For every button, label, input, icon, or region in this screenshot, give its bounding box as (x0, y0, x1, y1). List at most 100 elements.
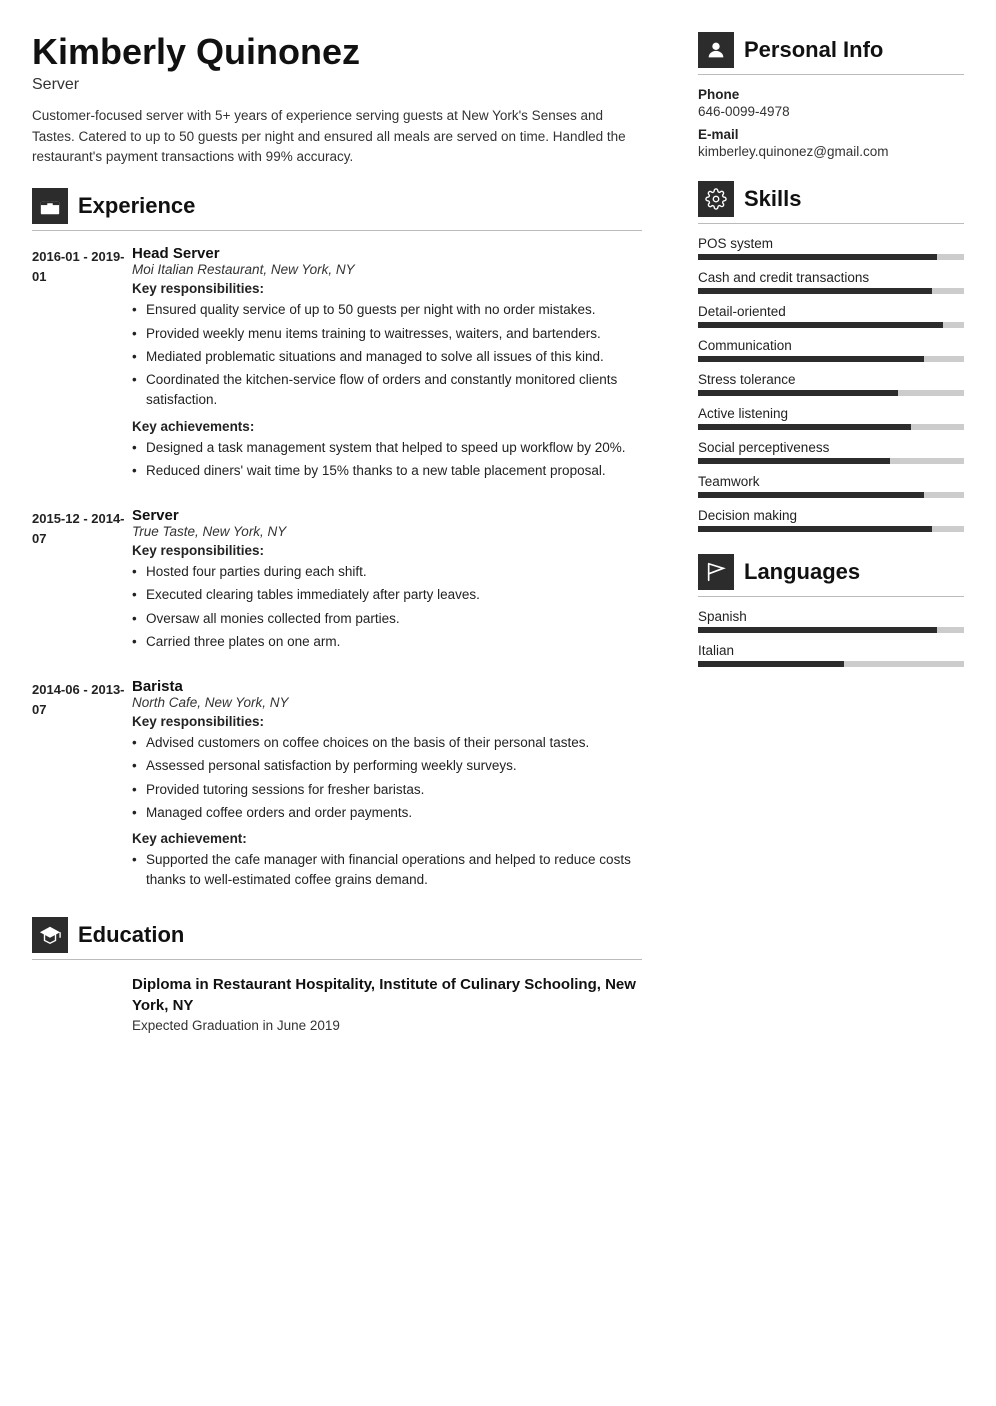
skills-icon (698, 181, 734, 217)
exp-ach-label-3: Key achievement: (132, 831, 642, 846)
skill-bar-bg-7 (698, 492, 964, 498)
lang-bar-fill-1 (698, 661, 844, 667)
job-title: Server (32, 76, 642, 94)
skill-bar-bg-3 (698, 356, 964, 362)
skill-bar-fill-2 (698, 322, 943, 328)
edu-entry-1: Diploma in Restaurant Hospitality, Insti… (32, 974, 642, 1033)
skill-bar-fill-8 (698, 526, 932, 532)
experience-title: Experience (78, 193, 195, 219)
header-section: Kimberly Quinonez Server Customer-focuse… (32, 32, 642, 168)
skill-bar-fill-0 (698, 254, 937, 260)
phone-value: 646-0099-4978 (698, 104, 964, 119)
skill-name-2: Detail-oriented (698, 304, 964, 319)
exp-dates-1: 2016-01 - 2019-01 (32, 245, 132, 489)
experience-divider (32, 230, 642, 231)
languages-heading: Languages (698, 554, 964, 590)
list-item: Mediated problematic situations and mana… (132, 347, 642, 367)
skill-bar-fill-5 (698, 424, 911, 430)
exp-role-3: Barista (132, 678, 642, 695)
lang-name-0: Spanish (698, 609, 964, 624)
experience-svg-icon (39, 195, 61, 217)
skill-name-8: Decision making (698, 508, 964, 523)
exp-details-1: Head Server Moi Italian Restaurant, New … (132, 245, 642, 489)
education-divider (32, 959, 642, 960)
list-item: Managed coffee orders and order payments… (132, 803, 642, 823)
exp-resp-label-3: Key responsibilities: (132, 714, 642, 729)
skill-item-0: POS system (698, 236, 964, 260)
languages-icon (698, 554, 734, 590)
exp-company-1: Moi Italian Restaurant, New York, NY (132, 262, 642, 277)
list-item: Supported the cafe manager with financia… (132, 850, 642, 891)
list-item: Ensured quality service of up to 50 gues… (132, 300, 642, 320)
education-title: Education (78, 922, 184, 948)
lang-bar-bg-1 (698, 661, 964, 667)
personal-info-icon (698, 32, 734, 68)
summary: Customer-focused server with 5+ years of… (32, 106, 642, 169)
exp-details-3: Barista North Cafe, New York, NY Key res… (132, 678, 642, 899)
skill-name-4: Stress tolerance (698, 372, 964, 387)
personal-info-title: Personal Info (744, 37, 883, 63)
skill-item-6: Social perceptiveness (698, 440, 964, 464)
lang-item-1: Italian (698, 643, 964, 667)
lang-item-0: Spanish (698, 609, 964, 633)
exp-role-1: Head Server (132, 245, 642, 262)
experience-heading: Experience (32, 188, 642, 224)
personal-info-divider (698, 74, 964, 75)
email-label: E-mail (698, 127, 964, 142)
skill-item-8: Decision making (698, 508, 964, 532)
skill-item-1: Cash and credit transactions (698, 270, 964, 294)
exp-resp-list-1: Ensured quality service of up to 50 gues… (132, 300, 642, 410)
skill-name-0: POS system (698, 236, 964, 251)
exp-ach-list-3: Supported the cafe manager with financia… (132, 850, 642, 891)
languages-divider (698, 596, 964, 597)
lang-name-1: Italian (698, 643, 964, 658)
list-item: Reduced diners' wait time by 15% thanks … (132, 461, 642, 481)
phone-label: Phone (698, 87, 964, 102)
skill-name-3: Communication (698, 338, 964, 353)
candidate-name: Kimberly Quinonez (32, 32, 642, 72)
list-item: Hosted four parties during each shift. (132, 562, 642, 582)
skill-name-1: Cash and credit transactions (698, 270, 964, 285)
exp-ach-label-1: Key achievements: (132, 419, 642, 434)
skill-name-7: Teamwork (698, 474, 964, 489)
languages-title: Languages (744, 559, 860, 585)
personal-info-heading: Personal Info (698, 32, 964, 68)
edu-date-1: Expected Graduation in June 2019 (132, 1018, 642, 1033)
skill-bar-bg-4 (698, 390, 964, 396)
list-item: Assessed personal satisfaction by perfor… (132, 756, 642, 776)
person-svg-icon (705, 39, 727, 61)
exp-dates-3: 2014-06 - 2013-07 (32, 678, 132, 899)
education-section: Education Diploma in Restaurant Hospital… (32, 917, 642, 1033)
skill-name-6: Social perceptiveness (698, 440, 964, 455)
list-item: Advised customers on coffee choices on t… (132, 733, 642, 753)
education-svg-icon (39, 924, 61, 946)
exp-company-2: True Taste, New York, NY (132, 524, 642, 539)
skill-item-3: Communication (698, 338, 964, 362)
exp-resp-list-2: Hosted four parties during each shift. E… (132, 562, 642, 652)
skills-divider (698, 223, 964, 224)
edu-indent (32, 974, 132, 1033)
skill-bar-fill-7 (698, 492, 924, 498)
list-item: Coordinated the kitchen-service flow of … (132, 370, 642, 411)
exp-resp-label-1: Key responsibilities: (132, 281, 642, 296)
skill-bar-bg-2 (698, 322, 964, 328)
experience-section: Experience 2016-01 - 2019-01 Head Server… (32, 188, 642, 898)
skill-item-5: Active listening (698, 406, 964, 430)
exp-entry-2: 2015-12 - 2014-07 Server True Taste, New… (32, 507, 642, 660)
list-item: Executed clearing tables immediately aft… (132, 585, 642, 605)
experience-icon (32, 188, 68, 224)
skill-bar-bg-1 (698, 288, 964, 294)
list-item: Oversaw all monies collected from partie… (132, 609, 642, 629)
lang-bar-bg-0 (698, 627, 964, 633)
exp-role-2: Server (132, 507, 642, 524)
exp-company-3: North Cafe, New York, NY (132, 695, 642, 710)
education-heading: Education (32, 917, 642, 953)
edu-details-1: Diploma in Restaurant Hospitality, Insti… (132, 974, 642, 1033)
exp-entry-3: 2014-06 - 2013-07 Barista North Cafe, Ne… (32, 678, 642, 899)
skill-bar-bg-6 (698, 458, 964, 464)
skill-bar-bg-0 (698, 254, 964, 260)
skill-name-5: Active listening (698, 406, 964, 421)
languages-svg-icon (705, 561, 727, 583)
skill-bar-fill-3 (698, 356, 924, 362)
skills-svg-icon (705, 188, 727, 210)
